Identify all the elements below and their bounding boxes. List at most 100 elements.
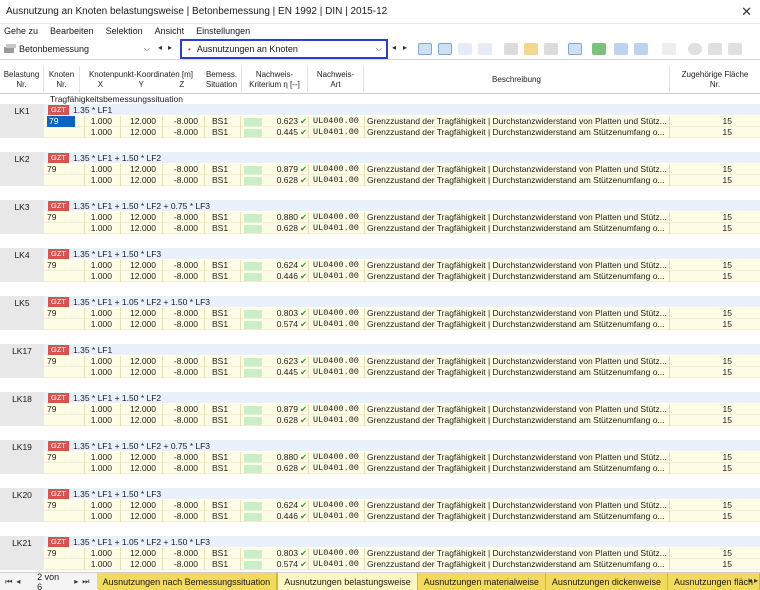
column-divider bbox=[204, 164, 205, 175]
combination-row[interactable]: GZT 1.35 * LF1 + 1.50 * LF2 bbox=[44, 392, 760, 403]
column-divider bbox=[84, 308, 85, 319]
design-situation-cell: BS1 bbox=[212, 271, 229, 281]
column-divider bbox=[364, 511, 365, 522]
load-combination-id[interactable]: LK21 bbox=[0, 536, 44, 570]
tab-dickenweise[interactable]: Ausnutzungen dickenweise bbox=[545, 573, 668, 590]
column-divider bbox=[120, 367, 121, 378]
combination-row[interactable]: GZT 1.35 * LF1 + 1.05 * LF2 + 1.50 * LF3 bbox=[44, 296, 760, 307]
close-icon[interactable]: ✕ bbox=[741, 4, 752, 20]
result-type-select[interactable]: • Ausnutzungen an Knoten ⌵ bbox=[180, 39, 388, 59]
column-divider bbox=[240, 511, 241, 522]
check-ok-icon: ✔ bbox=[300, 223, 308, 233]
decimal-icon[interactable] bbox=[634, 43, 648, 55]
columns-icon[interactable] bbox=[544, 43, 558, 55]
tab-flaechenweise[interactable]: Ausnutzungen fläch bbox=[667, 573, 760, 590]
check-ok-icon: ✔ bbox=[300, 116, 308, 126]
coord-y-cell: 12.000 bbox=[130, 127, 156, 137]
xyz-icon[interactable] bbox=[478, 43, 492, 55]
table-row[interactable]: 1.000 12.000 -8.000 BS1 0.445 UL0401.00 Grenzz… bbox=[44, 127, 760, 138]
column-divider bbox=[308, 127, 309, 138]
combination-row[interactable]: GZT 1.35 * LF1 + 1.50 * LF2 + 0.75 * LF3 bbox=[44, 440, 760, 451]
table-row[interactable]: 1.000 12.000 -8.000 BS1 0.628 UL0401.00 Grenzz… bbox=[44, 463, 760, 474]
next-arrow-icon[interactable]: ▸ bbox=[168, 43, 172, 52]
search-icon[interactable] bbox=[708, 43, 722, 55]
column-divider bbox=[240, 116, 241, 127]
filter-check-icon[interactable] bbox=[458, 43, 472, 55]
column-divider bbox=[669, 260, 670, 271]
load-combination-id[interactable]: LK2 bbox=[0, 152, 44, 186]
menu-bearbeiten[interactable]: Bearbeiten bbox=[50, 26, 94, 36]
table-row[interactable]: 1.000 12.000 -8.000 BS1 0.574 UL0401.00 Grenzz… bbox=[44, 319, 760, 330]
next-result-icon[interactable]: ▸ bbox=[403, 43, 407, 52]
prev-arrow-icon[interactable]: ◂ bbox=[158, 43, 162, 52]
menu-einstellungen[interactable]: Einstellungen bbox=[196, 26, 250, 36]
load-combination-id[interactable]: LK19 bbox=[0, 440, 44, 474]
load-combination-id[interactable]: LK4 bbox=[0, 248, 44, 282]
check-ok-icon: ✔ bbox=[300, 127, 308, 137]
combination-row[interactable]: GZT 1.35 * LF1 bbox=[44, 104, 760, 115]
menu-gehe-zu[interactable]: Gehe zu bbox=[4, 26, 38, 36]
table-row[interactable]: 79 1.000 12.000 -8.000 BS1 0.880 UL0400.00 Gren… bbox=[44, 212, 760, 223]
load-combination-id[interactable]: LK17 bbox=[0, 344, 44, 378]
table-icon[interactable] bbox=[504, 43, 518, 55]
table-row[interactable]: 1.000 12.000 -8.000 BS1 0.445 UL0401.00 Grenzz… bbox=[44, 367, 760, 378]
table-row[interactable]: 79 1.000 12.000 -8.000 BS1 0.623 UL0400.00 Gren… bbox=[44, 116, 760, 127]
table-row[interactable]: 1.000 12.000 -8.000 BS1 0.628 UL0401.00 Grenzz… bbox=[44, 223, 760, 234]
surface-cell: 15 bbox=[722, 463, 732, 473]
table-row[interactable]: 79 1.000 12.000 -8.000 BS1 0.803 UL0400.00 Gren… bbox=[44, 548, 760, 559]
clear-filter-icon[interactable] bbox=[662, 43, 676, 55]
table-row[interactable]: 1.000 12.000 -8.000 BS1 0.446 UL0401.00 Grenzz… bbox=[44, 511, 760, 522]
combination-row[interactable]: GZT 1.35 * LF1 + 1.50 * LF2 bbox=[44, 152, 760, 163]
load-combination-id[interactable]: LK20 bbox=[0, 488, 44, 522]
next-page-icon[interactable]: ▸ bbox=[71, 577, 81, 586]
tab-belastungsweise[interactable]: Ausnutzungen belastungsweise bbox=[277, 573, 418, 590]
column-divider bbox=[364, 367, 365, 378]
combination-row[interactable]: GZT 1.35 * LF1 + 1.50 * LF2 + 0.75 * LF3 bbox=[44, 200, 760, 211]
table-row[interactable]: 1.000 12.000 -8.000 BS1 0.574 UL0401.00 Grenzz… bbox=[44, 559, 760, 570]
tab-scroll-icon[interactable]: ◂ ▸ bbox=[748, 576, 758, 585]
combination-row[interactable]: GZT 1.35 * LF1 + 1.50 * LF3 bbox=[44, 248, 760, 259]
load-combination-id[interactable]: LK5 bbox=[0, 296, 44, 330]
table-row[interactable]: 79 1.000 12.000 -8.000 BS1 0.879 UL0400.00 Gren… bbox=[44, 164, 760, 175]
filter-icon[interactable] bbox=[614, 43, 628, 55]
folder-icon[interactable] bbox=[524, 43, 538, 55]
table-row[interactable]: 79 1.000 12.000 -8.000 BS1 0.623 UL0400.00 Gren… bbox=[44, 356, 760, 367]
column-divider bbox=[364, 308, 365, 319]
combination-row[interactable]: GZT 1.35 * LF1 + 1.50 * LF3 bbox=[44, 488, 760, 499]
table-row[interactable]: 1.000 12.000 -8.000 BS1 0.446 UL0401.00 Grenzz… bbox=[44, 271, 760, 282]
table-row[interactable]: 79 1.000 12.000 -8.000 BS1 0.879 UL0400.00 Gren… bbox=[44, 404, 760, 415]
table-row[interactable]: 79 1.000 12.000 -8.000 BS1 0.624 UL0400.00 Gren… bbox=[44, 260, 760, 271]
table-row[interactable]: 79 1.000 12.000 -8.000 BS1 0.624 UL0400.00 Gren… bbox=[44, 500, 760, 511]
load-combination-id[interactable]: LK18 bbox=[0, 392, 44, 426]
table-row[interactable]: 79 1.000 12.000 -8.000 BS1 0.880 UL0400.00 Gren… bbox=[44, 452, 760, 463]
combination-row[interactable]: GZT 1.35 * LF1 bbox=[44, 344, 760, 355]
zoom-icon[interactable] bbox=[688, 43, 702, 55]
menu-ansicht[interactable]: Ansicht bbox=[155, 26, 185, 36]
table-row[interactable]: 1.000 12.000 -8.000 BS1 0.628 UL0401.00 Grenzz… bbox=[44, 415, 760, 426]
select-in-model-icon[interactable] bbox=[418, 43, 432, 55]
header-x: X bbox=[97, 80, 104, 89]
menu-selektion[interactable]: Selektion bbox=[106, 26, 143, 36]
last-page-icon[interactable]: ⏭ bbox=[81, 577, 91, 587]
surface-cell: 15 bbox=[722, 116, 732, 126]
tab-bemessungssituation[interactable]: Ausnutzungen nach Bemessungssituation bbox=[96, 573, 278, 590]
export-excel-icon[interactable] bbox=[592, 43, 606, 55]
coord-y-cell: 12.000 bbox=[130, 308, 156, 318]
load-combination-id[interactable]: LK1 bbox=[0, 104, 44, 138]
tab-materialweise[interactable]: Ausnutzungen materialweise bbox=[417, 573, 546, 590]
settings-icon[interactable] bbox=[728, 43, 742, 55]
module-select[interactable]: Betonbemessung ⌵ bbox=[4, 41, 152, 57]
load-combination-id[interactable]: LK3 bbox=[0, 200, 44, 234]
prev-page-icon[interactable]: ◂ bbox=[14, 577, 24, 586]
first-page-icon[interactable]: ⏮ bbox=[4, 577, 14, 587]
chart-icon[interactable] bbox=[568, 43, 582, 55]
combination-row[interactable]: GZT 1.35 * LF1 + 1.05 * LF2 + 1.50 * LF3 bbox=[44, 536, 760, 547]
ratio-bar bbox=[244, 117, 262, 126]
coord-y-cell: 12.000 bbox=[130, 511, 156, 521]
header-koordinaten-title: Knotenpunkt-Koordinaten [m] bbox=[88, 70, 194, 79]
prev-result-icon[interactable]: ◂ bbox=[392, 43, 396, 52]
coord-x-cell: 1.000 bbox=[90, 452, 112, 462]
table-row[interactable]: 79 1.000 12.000 -8.000 BS1 0.803 UL0400.00 Gren… bbox=[44, 308, 760, 319]
pick-node-icon[interactable] bbox=[438, 43, 452, 55]
table-row[interactable]: 1.000 12.000 -8.000 BS1 0.628 UL0401.00 Grenzz… bbox=[44, 175, 760, 186]
